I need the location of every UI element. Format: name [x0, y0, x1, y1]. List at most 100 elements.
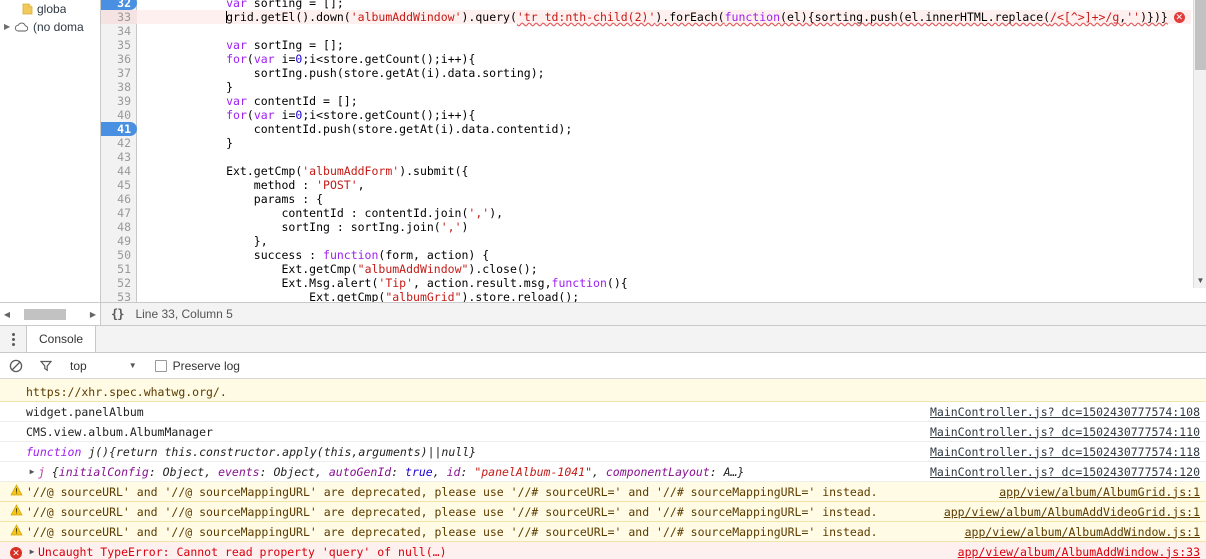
cloud-icon [14, 22, 29, 33]
line-number[interactable]: 52 [101, 276, 137, 290]
line-number[interactable]: 51 [101, 262, 137, 276]
code-line[interactable]: 35 var sortIng = []; [101, 38, 1191, 52]
code-token: (form, action) { [378, 248, 490, 262]
code-line[interactable]: 42 } [101, 136, 1191, 150]
console-message-row[interactable]: function j(){return this.constructor.app… [0, 442, 1206, 462]
source-link[interactable]: MainController.js? dc=1502430777574:108 [930, 405, 1200, 419]
line-number[interactable]: 36 [101, 52, 137, 66]
code-line[interactable]: 44 Ext.getCmp('albumAddForm').submit({ [101, 164, 1191, 178]
code-line[interactable]: 50 success : function(form, action) { [101, 248, 1191, 262]
chevron-right-icon[interactable]: ▶ [4, 18, 14, 36]
message-token: : [460, 464, 475, 479]
code-line[interactable]: 33 grid.getEl().down('albumAddWindow').q… [101, 10, 1191, 24]
expand-arrow-icon[interactable]: ▶ [26, 547, 38, 556]
line-number[interactable]: 34 [101, 24, 137, 38]
line-number[interactable]: 41 [101, 122, 137, 136]
code-line-text: }, [143, 234, 268, 248]
code-token: ',' [468, 206, 490, 220]
code-line[interactable]: 32 var sorting = []; [101, 0, 1191, 10]
clear-console-icon[interactable] [6, 356, 26, 376]
console-message-row[interactable]: '//@ sourceURL' and '//@ sourceMappingUR… [0, 522, 1206, 542]
line-number[interactable]: 50 [101, 248, 137, 262]
line-number[interactable]: 35 [101, 38, 137, 52]
line-number[interactable]: 48 [101, 220, 137, 234]
message-token: : Object, [259, 464, 329, 479]
navigator-horizontal-scrollbar[interactable]: ◀ ▶ [0, 303, 101, 325]
scrollbar-thumb[interactable] [1195, 0, 1206, 70]
source-link[interactable]: app/view/album/AlbumAddWindow.js:1 [965, 525, 1200, 539]
tree-item-global[interactable]: globa [0, 0, 100, 18]
scroll-right-arrow[interactable]: ▶ [86, 310, 100, 319]
line-number[interactable]: 39 [101, 94, 137, 108]
line-number[interactable]: 43 [101, 150, 137, 164]
preserve-log-toggle[interactable]: Preserve log [154, 359, 240, 373]
console-message-row[interactable]: https://xhr.spec.whatwg.org/. [0, 379, 1206, 402]
preserve-log-checkbox[interactable] [154, 359, 167, 372]
editor-vertical-scrollbar[interactable]: ▼ [1193, 0, 1206, 288]
code-lines-container[interactable]: 32 var sorting = []; 33 grid.getEl().down… [101, 0, 1206, 302]
code-line[interactable]: 46 params : { [101, 192, 1191, 206]
code-line[interactable]: 53 Ext.getCmp("albumGrid").store.reload(… [101, 290, 1191, 302]
expand-arrow-icon[interactable]: ▶ [26, 467, 38, 476]
scrollbar-down-arrow[interactable]: ▼ [1194, 274, 1206, 288]
console-message-row[interactable]: '//@ sourceURL' and '//@ sourceMappingUR… [0, 502, 1206, 522]
code-line[interactable]: 37 sortIng.push(store.getAt(i).data.sort… [101, 66, 1191, 80]
line-number[interactable]: 45 [101, 178, 137, 192]
line-number[interactable]: 32 [101, 0, 137, 10]
line-number[interactable]: 42 [101, 136, 137, 150]
console-message-row[interactable]: '//@ sourceURL' and '//@ sourceMappingUR… [0, 482, 1206, 502]
line-number[interactable]: 44 [101, 164, 137, 178]
scrollbar-thumb[interactable] [24, 308, 66, 320]
code-line[interactable]: 43 [101, 150, 1191, 164]
source-link[interactable]: MainController.js? dc=1502430777574:118 [930, 445, 1200, 459]
code-line-text: Ext.Msg.alert('Tip', action.result.msg,f… [143, 276, 627, 290]
code-token: ).query( [461, 10, 517, 24]
execution-context-select[interactable]: top ▼ [70, 359, 137, 373]
code-line[interactable]: 36 for(var i=0;i<store.getCount();i++){ [101, 52, 1191, 66]
console-message-row[interactable]: CMS.view.album.AlbumManager MainControlle… [0, 422, 1206, 442]
code-line[interactable]: 41 contentId.push(store.getAt(i).data.co… [101, 122, 1191, 136]
kebab-menu-icon[interactable] [0, 326, 26, 352]
line-number[interactable]: 49 [101, 234, 137, 248]
code-line[interactable]: 39 var contentId = []; [101, 94, 1191, 108]
tree-item-no-domain[interactable]: ▶ (no doma [0, 18, 100, 36]
code-line[interactable]: 34 [101, 24, 1191, 38]
line-number[interactable]: 37 [101, 66, 137, 80]
code-line[interactable]: 45 method : 'POST', [101, 178, 1191, 192]
line-number[interactable]: 33 [101, 10, 137, 24]
scrollbar-track[interactable] [14, 308, 86, 320]
console-message-list[interactable]: https://xhr.spec.whatwg.org/. widget.pane… [0, 379, 1206, 559]
code-token: (el){sorting.push(el.innerHTML.replace( [780, 10, 1051, 24]
code-token: success : [143, 248, 324, 262]
source-link[interactable]: app/view/album/AlbumAddVideoGrid.js:1 [944, 505, 1200, 519]
code-line[interactable]: 38 } [101, 80, 1191, 94]
inline-error-badge[interactable]: ✕ [1173, 12, 1185, 23]
navigator-tree[interactable]: globa ▶ (no doma [0, 0, 101, 302]
source-code-editor[interactable]: 32 var sorting = []; 33 grid.getEl().down… [101, 0, 1206, 302]
source-link[interactable]: MainController.js? dc=1502430777574:110 [930, 425, 1200, 439]
line-number[interactable]: 47 [101, 206, 137, 220]
code-line[interactable]: 48 sortIng : sortIng.join(',') [101, 220, 1191, 234]
chevron-down-icon[interactable]: ▼ [129, 361, 137, 370]
source-link[interactable]: MainController.js? dc=1502430777574:120 [930, 465, 1200, 479]
code-line[interactable]: 40 for(var i=0;i<store.getCount();i++){ [101, 108, 1191, 122]
code-token: "albumGrid" [385, 290, 462, 302]
source-link[interactable]: app/view/album/AlbumGrid.js:1 [999, 485, 1200, 499]
line-number[interactable]: 40 [101, 108, 137, 122]
code-line-text: grid.getEl().down('albumAddWindow').quer… [143, 10, 1185, 24]
console-message-row[interactable]: ✕ ▶ Uncaught TypeError: Cannot read proper… [0, 542, 1206, 559]
code-line[interactable]: 52 Ext.Msg.alert('Tip', action.result.ms… [101, 276, 1191, 290]
console-message-row[interactable]: ▶ j {initialConfig: Object, events: Objec… [0, 462, 1206, 482]
console-message-row[interactable]: widget.panelAlbum MainController.js? dc=1… [0, 402, 1206, 422]
line-number[interactable]: 53 [101, 290, 137, 302]
code-line[interactable]: 49 }, [101, 234, 1191, 248]
tab-console[interactable]: Console [26, 326, 97, 352]
code-line[interactable]: 51 Ext.getCmp("albumAddWindow").close(); [101, 262, 1191, 276]
line-number[interactable]: 46 [101, 192, 137, 206]
pretty-print-icon[interactable]: {} [111, 307, 124, 321]
code-line[interactable]: 47 contentId : contentId.join(','), [101, 206, 1191, 220]
scroll-left-arrow[interactable]: ◀ [0, 310, 14, 319]
filter-icon[interactable] [36, 356, 56, 376]
source-link[interactable]: app/view/album/AlbumAddWindow.js:33 [958, 545, 1200, 559]
line-number[interactable]: 38 [101, 80, 137, 94]
